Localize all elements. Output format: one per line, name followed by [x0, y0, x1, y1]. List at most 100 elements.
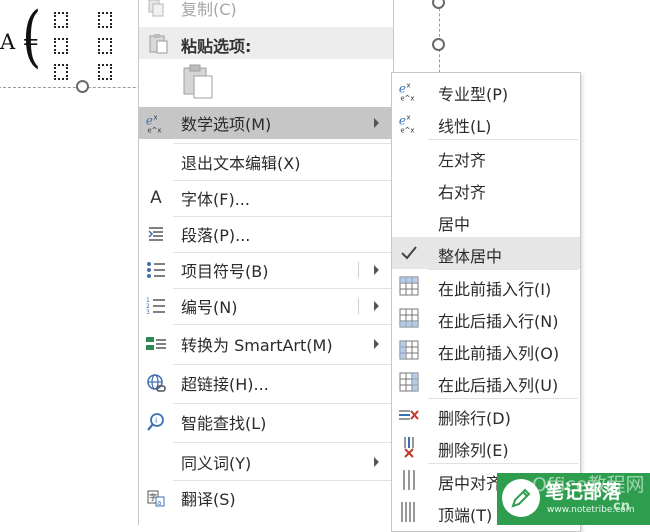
menu-divider — [173, 216, 393, 217]
checkmark-icon — [398, 242, 420, 264]
submenu-arrow-icon — [374, 339, 379, 349]
submenu-arrow-icon[interactable] — [374, 265, 379, 275]
paste-text-icon — [181, 64, 215, 104]
professional-format-icon: e x e^x — [398, 80, 420, 103]
svg-text:x: x — [153, 114, 157, 122]
convert-smartart-menu-item[interactable]: 转换为 SmartArt(M) — [139, 328, 393, 360]
paste-options-header: 粘贴选项: — [139, 27, 393, 59]
submenu-arrow-icon — [374, 118, 379, 128]
matrix-placeholder[interactable] — [98, 38, 112, 54]
math-options-icon: e x e^x — [145, 112, 167, 135]
center-as-group-menu-item[interactable]: 整体居中 — [392, 237, 580, 269]
smart-lookup-label: 智能查找(L) — [181, 414, 267, 433]
insert-row-before-icon — [398, 275, 420, 297]
insert-row-after-icon — [398, 307, 420, 329]
copy-label: 复制(C) — [181, 0, 237, 19]
copy-icon — [145, 0, 167, 19]
insert-row-before-label: 在此前插入行(I) — [438, 280, 552, 299]
matrix-placeholder[interactable] — [98, 12, 112, 28]
insert-column-before-label: 在此前插入列(O) — [438, 344, 560, 363]
top-align-label: 顶端(T) — [438, 506, 493, 525]
math-options-menu-item[interactable]: e x e^x 数学选项(M) — [139, 107, 393, 139]
svg-text:x: x — [406, 82, 410, 90]
menu-divider — [173, 364, 393, 365]
delete-column-icon — [398, 436, 420, 458]
paragraph-label: 段落(P)... — [181, 226, 251, 245]
clipboard-icon — [147, 32, 169, 58]
math-options-label: 数学选项(M) — [181, 115, 272, 134]
svg-text:i: i — [155, 416, 157, 425]
center-as-group-label: 整体居中 — [438, 247, 503, 266]
translate-icon: 字a — [145, 487, 167, 509]
resize-handle[interactable] — [76, 80, 89, 93]
exit-text-edit-menu-item[interactable]: 退出文本编辑(X) — [139, 146, 393, 178]
delete-column-menu-item[interactable]: 删除列(E) — [392, 431, 580, 463]
font-icon: A — [150, 188, 162, 208]
paragraph-menu-item[interactable]: 段落(P)... — [139, 218, 393, 250]
exit-text-edit-label: 退出文本编辑(X) — [181, 154, 301, 173]
center-menu-item[interactable]: 居中 — [392, 205, 580, 237]
align-right-menu-item[interactable]: 右对齐 — [392, 173, 580, 205]
center-label: 居中 — [438, 215, 471, 234]
insert-column-before-menu-item[interactable]: 在此前插入列(O) — [392, 334, 580, 366]
resize-handle[interactable] — [432, 38, 445, 51]
menu-divider — [173, 288, 393, 289]
submenu-arrow-icon[interactable] — [374, 301, 379, 311]
watermark-badge: cn — [613, 499, 630, 514]
linear-menu-item[interactable]: e x e^x 线性(L) — [392, 107, 580, 139]
insert-column-before-icon — [398, 339, 420, 361]
align-right-label: 右对齐 — [438, 183, 487, 202]
translate-label: 翻译(S) — [181, 490, 236, 509]
matrix-placeholder[interactable] — [54, 38, 68, 54]
copy-menu-item[interactable]: 复制(C) — [139, 0, 393, 24]
linear-label: 线性(L) — [438, 117, 492, 136]
menu-divider — [173, 442, 393, 443]
matrix-placeholder[interactable] — [54, 64, 68, 80]
smart-lookup-menu-item[interactable]: i 智能查找(L) — [139, 406, 393, 438]
matrix-left-paren: ( — [22, 0, 42, 75]
svg-text:e^x: e^x — [148, 126, 162, 134]
synonyms-menu-item[interactable]: 同义词(Y) — [139, 446, 393, 478]
paste-options-label: 粘贴选项: — [181, 37, 252, 56]
insert-row-before-menu-item[interactable]: 在此前插入行(I) — [392, 270, 580, 302]
watermark-faded-text: Office教程网 — [532, 474, 645, 496]
split-divider — [358, 298, 359, 314]
professional-menu-item[interactable]: e x e^x 专业型(P) — [392, 75, 580, 107]
numbering-menu-item[interactable]: 123 编号(N) — [139, 290, 393, 322]
paragraph-icon — [145, 223, 167, 245]
font-menu-item[interactable]: A 字体(F)... — [139, 182, 393, 214]
numbering-icon: 123 — [145, 295, 167, 317]
menu-divider — [173, 324, 393, 325]
linear-format-icon: e x e^x — [398, 112, 420, 135]
hyperlink-menu-item[interactable]: 超链接(H)... — [139, 367, 393, 399]
synonyms-label: 同义词(Y) — [181, 454, 252, 473]
insert-column-after-menu-item[interactable]: 在此后插入列(U) — [392, 366, 580, 398]
align-left-menu-item[interactable]: 左对齐 — [392, 141, 580, 173]
top-align-icon — [398, 501, 420, 523]
menu-divider — [173, 480, 393, 481]
resize-handle[interactable] — [432, 0, 445, 9]
delete-row-label: 删除行(D) — [438, 409, 511, 428]
delete-column-label: 删除列(E) — [438, 441, 509, 460]
bullets-label: 项目符号(B) — [181, 262, 269, 281]
delete-row-menu-item[interactable]: 删除行(D) — [392, 399, 580, 431]
matrix-placeholder[interactable] — [54, 12, 68, 28]
svg-text:a: a — [157, 499, 161, 507]
insert-column-after-icon — [398, 371, 420, 393]
translate-menu-item[interactable]: 字a 翻译(S) — [139, 482, 393, 514]
professional-label: 专业型(P) — [438, 85, 509, 104]
split-divider — [358, 262, 359, 278]
submenu-arrow-icon — [374, 457, 379, 467]
matrix-placeholder[interactable] — [98, 64, 112, 80]
menu-divider — [173, 143, 393, 144]
bullets-menu-item[interactable]: 项目符号(B) — [139, 254, 393, 286]
align-left-label: 左对齐 — [438, 151, 487, 170]
svg-text:x: x — [406, 114, 410, 122]
bullets-icon — [145, 259, 167, 281]
svg-text:e^x: e^x — [401, 94, 415, 102]
math-options-submenu: e x e^x 专业型(P) e x e^x 线性(L) 左对齐 右对齐 居中 整体居中… — [391, 72, 581, 532]
menu-divider — [428, 139, 578, 140]
paste-keep-text-button[interactable] — [181, 62, 215, 100]
insert-column-after-label: 在此后插入列(U) — [438, 376, 559, 395]
insert-row-after-menu-item[interactable]: 在此后插入行(N) — [392, 302, 580, 334]
